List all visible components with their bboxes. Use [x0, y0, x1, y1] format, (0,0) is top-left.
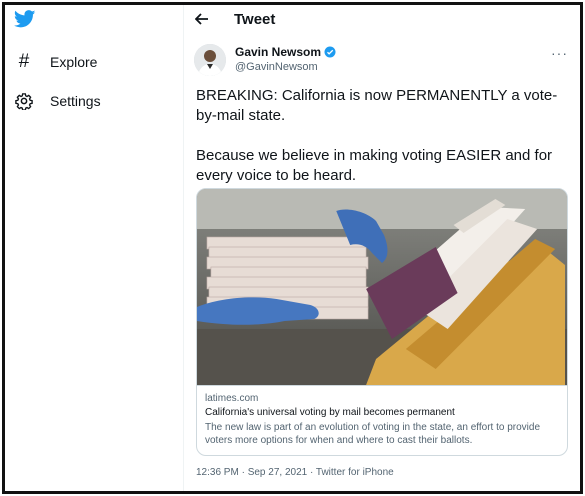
- card-meta: latimes.com California's universal votin…: [197, 385, 567, 455]
- avatar[interactable]: [194, 44, 226, 76]
- page-header: Tweet: [184, 5, 580, 33]
- sidebar-item-settings[interactable]: Settings: [14, 88, 101, 114]
- tweet-timestamp[interactable]: 12:36 PM · Sep 27, 2021 · Twitter for iP…: [196, 467, 394, 478]
- card-title[interactable]: California's universal voting by mail be…: [205, 406, 559, 420]
- twitter-bird-icon[interactable]: [14, 10, 36, 28]
- verified-badge-icon: [324, 46, 336, 58]
- tweet-paragraph: Because we believe in making voting EASI…: [196, 147, 553, 184]
- author-handle[interactable]: @GavinNewsom: [235, 61, 318, 73]
- hashtag-icon: #: [18, 51, 30, 72]
- app-frame: # Explore Settings Tweet Gavin Newsom @G…: [2, 2, 583, 494]
- card-description: The new law is part of an evolution of v…: [205, 422, 541, 446]
- tweet-paragraph: BREAKING: California is now PERMANENTLY …: [196, 87, 558, 124]
- main-column: Tweet Gavin Newsom @GavinNewsom ··· BREA…: [184, 5, 580, 491]
- author-name-row[interactable]: Gavin Newsom: [235, 45, 336, 59]
- link-card[interactable]: latimes.com California's universal votin…: [196, 188, 568, 456]
- card-domain: latimes.com: [205, 393, 259, 404]
- author-name[interactable]: Gavin Newsom: [235, 45, 321, 59]
- card-image: [197, 189, 567, 385]
- sidebar-item-label: Settings: [50, 93, 101, 109]
- sidebar-item-label: Explore: [50, 54, 98, 70]
- gear-icon: [14, 91, 34, 111]
- sidebar: # Explore Settings: [5, 5, 183, 491]
- back-arrow-icon[interactable]: [194, 11, 210, 27]
- sidebar-item-explore[interactable]: # Explore: [14, 49, 98, 75]
- more-options-icon[interactable]: ···: [551, 45, 568, 61]
- page-title: Tweet: [234, 10, 276, 28]
